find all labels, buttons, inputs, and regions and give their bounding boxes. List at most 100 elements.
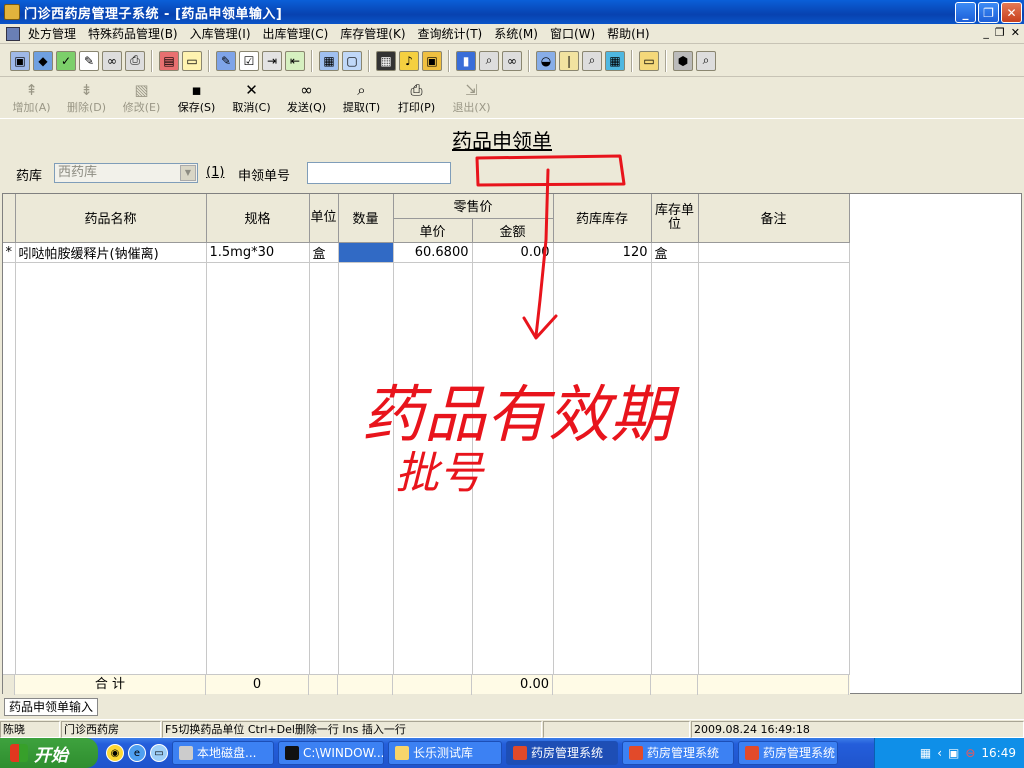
add-button[interactable]: ⇞ 增加(A) xyxy=(4,79,59,117)
col-header-retail[interactable]: 零售价 xyxy=(393,194,554,219)
status-dept: 门诊西药房 xyxy=(61,721,161,738)
task-pharmacy-2[interactable]: 药房管理系统 xyxy=(622,741,734,765)
col-header-spec[interactable]: 规格 xyxy=(206,194,310,243)
document-tabs: 药品申领单输入 xyxy=(0,696,1024,718)
zoom-icon[interactable]: ⌕ xyxy=(582,50,602,71)
cell-name[interactable]: 吲哒帕胺缓释片(钠催离) xyxy=(15,242,207,263)
col-header-stock[interactable]: 药库库存 xyxy=(553,194,652,243)
col-header-unit[interactable]: 单位 xyxy=(309,194,339,243)
col-header-remark[interactable]: 备注 xyxy=(698,194,850,243)
card-icon[interactable]: ▭ xyxy=(182,50,202,71)
exit-button[interactable]: ⇲ 退出(X) xyxy=(444,79,499,117)
app-icon xyxy=(513,746,527,760)
checklist-icon[interactable]: ☑ xyxy=(239,50,259,71)
tab-request-input[interactable]: 药品申领单输入 xyxy=(4,698,99,716)
restore-button[interactable]: ❐ xyxy=(978,2,999,23)
task-pharmacy-3[interactable]: 药房管理系统 xyxy=(738,741,838,765)
import-icon[interactable]: ⇤ xyxy=(285,50,305,71)
task-cmd[interactable]: C:\WINDOW... xyxy=(278,741,384,765)
cell-spec[interactable]: 1.5mg*30 xyxy=(206,242,310,263)
grid-view-icon[interactable]: ▦ xyxy=(605,50,625,71)
task-local-disk[interactable]: 本地磁盘... xyxy=(172,741,274,765)
document-edit-icon[interactable]: ✎ xyxy=(79,50,99,71)
form-icon[interactable]: ▦ xyxy=(319,50,339,71)
cell-qty-input[interactable] xyxy=(338,242,394,263)
menu-special-drugs[interactable]: 特殊药品管理(B) xyxy=(82,25,184,42)
col-header-stock-unit[interactable]: 库存单位 xyxy=(651,194,699,243)
export-icon[interactable]: ⇥ xyxy=(262,50,282,71)
cell-unit-price[interactable]: 60.6800 xyxy=(393,242,473,263)
document-icon[interactable] xyxy=(6,26,20,41)
notepad-icon[interactable]: ✎ xyxy=(216,50,236,71)
mdi-minimize-icon[interactable]: _ xyxy=(983,26,989,39)
bell-icon[interactable]: ♪ xyxy=(399,50,419,71)
action-toolbar: ⇞ 增加(A) ⇟ 删除(D) ▧ 修改(E) ▪ 保存(S) ✕ 取消(C) ∞ 发送(Q… xyxy=(0,78,1024,118)
menu-window[interactable]: 窗口(W) xyxy=(544,25,601,42)
book-icon[interactable]: ▤ xyxy=(159,50,179,71)
media-icon[interactable]: ◉ xyxy=(106,744,124,762)
table-row[interactable]: * 吲哒帕胺缓释片(钠催离) 1.5mg*30 盒 60.6800 0.00 1… xyxy=(3,242,850,263)
minimize-button[interactable]: _ xyxy=(955,2,976,23)
send-button[interactable]: ∞ 发送(Q) xyxy=(279,79,334,117)
menu-system[interactable]: 系统(M) xyxy=(488,25,544,42)
search-icon[interactable]: ⌕ xyxy=(696,50,716,71)
task-pharmacy-1[interactable]: 药房管理系统 xyxy=(506,741,618,765)
exit-icon: ⇲ xyxy=(465,81,478,99)
eraser-icon[interactable]: ⬢ xyxy=(673,50,693,71)
cell-stock-unit[interactable]: 盒 xyxy=(651,242,699,263)
trash-icon[interactable]: ▮ xyxy=(456,50,476,71)
col-header-amount[interactable]: 金额 xyxy=(472,218,554,243)
menu-query[interactable]: 查询统计(T) xyxy=(412,25,489,42)
cell-remark[interactable] xyxy=(698,242,850,263)
binoculars-icon[interactable]: ∞ xyxy=(102,50,122,71)
thermometer-icon[interactable]: ❘ xyxy=(559,50,579,71)
chevron-left-icon[interactable]: ‹ xyxy=(937,746,942,760)
calendar-icon[interactable]: ▣ xyxy=(422,50,442,71)
mdi-restore-icon[interactable]: ❐ xyxy=(995,26,1005,39)
col-header-unit-price[interactable]: 单价 xyxy=(393,218,473,243)
check-icon[interactable]: ✓ xyxy=(56,50,76,71)
request-no-input[interactable] xyxy=(307,162,451,184)
col-header-name[interactable]: 药品名称 xyxy=(15,194,207,243)
scope-icon[interactable]: ∞ xyxy=(502,50,522,71)
calculator-icon[interactable]: ▦ xyxy=(376,50,396,71)
bottle-icon[interactable]: ◆ xyxy=(33,50,53,71)
find-icon[interactable]: ⌕ xyxy=(479,50,499,71)
network-icon[interactable]: ▣ xyxy=(948,746,959,760)
menu-stock-out[interactable]: 出库管理(C) xyxy=(257,25,335,42)
ie-icon[interactable]: e xyxy=(128,744,146,762)
menu-help[interactable]: 帮助(H) xyxy=(601,25,655,42)
print-preview-icon[interactable]: ⎙ xyxy=(125,50,145,71)
warehouse-select[interactable]: 西药库 ▼ xyxy=(54,163,198,183)
cell-stock[interactable]: 120 xyxy=(553,242,652,263)
mdi-close-icon[interactable]: ✕ xyxy=(1011,26,1020,39)
task-test-db[interactable]: 长乐测试库 xyxy=(388,741,502,765)
fetch-button[interactable]: ⌕ 提取(T) xyxy=(334,79,389,117)
menu-stock-in[interactable]: 入库管理(I) xyxy=(184,25,257,42)
window-titlebar[interactable]: 门诊西药房管理子系统 - [药品申领单输入] _ ❐ ✕ xyxy=(0,0,1024,24)
hat-icon[interactable]: ◒ xyxy=(536,50,556,71)
delete-button[interactable]: ⇟ 删除(D) xyxy=(59,79,114,117)
start-button[interactable]: 开始 xyxy=(0,738,98,768)
index-label: (1) xyxy=(206,165,225,180)
folder-open-icon[interactable]: ▭ xyxy=(639,50,659,71)
x-icon: ✕ xyxy=(245,81,258,99)
save-button[interactable]: ▪ 保存(S) xyxy=(169,79,224,117)
desktop-icon[interactable]: ▭ xyxy=(150,744,168,762)
print-button[interactable]: ⎙ 打印(P) xyxy=(389,79,444,117)
close-button[interactable]: ✕ xyxy=(1001,2,1022,23)
cancel-button[interactable]: ✕ 取消(C) xyxy=(224,79,279,117)
monitor-icon[interactable]: ▣ xyxy=(10,50,30,71)
keyboard-icon[interactable]: ▦ xyxy=(920,746,931,760)
window-icon[interactable]: ▢ xyxy=(342,50,362,71)
stop-icon[interactable]: ⊖ xyxy=(965,746,975,760)
menu-inventory[interactable]: 库存管理(K) xyxy=(334,25,411,42)
menu-prescription[interactable]: 处方管理 xyxy=(22,25,82,42)
cell-unit[interactable]: 盒 xyxy=(309,242,339,263)
chevron-down-icon[interactable]: ▼ xyxy=(180,165,196,181)
modify-button[interactable]: ▧ 修改(E) xyxy=(114,79,169,117)
col-header-qty[interactable]: 数量 xyxy=(338,194,394,243)
cell-amount[interactable]: 0.00 xyxy=(472,242,554,263)
quick-launch: ◉ e ▭ xyxy=(106,744,168,762)
icon-toolbar: ▣ ◆ ✓ ✎ ∞ ⎙ ▤ ▭ ✎ ☑ ⇥ ⇤ ▦ ▢ ▦ ♪ ▣ ▮ ⌕ ∞ … xyxy=(0,45,1024,77)
